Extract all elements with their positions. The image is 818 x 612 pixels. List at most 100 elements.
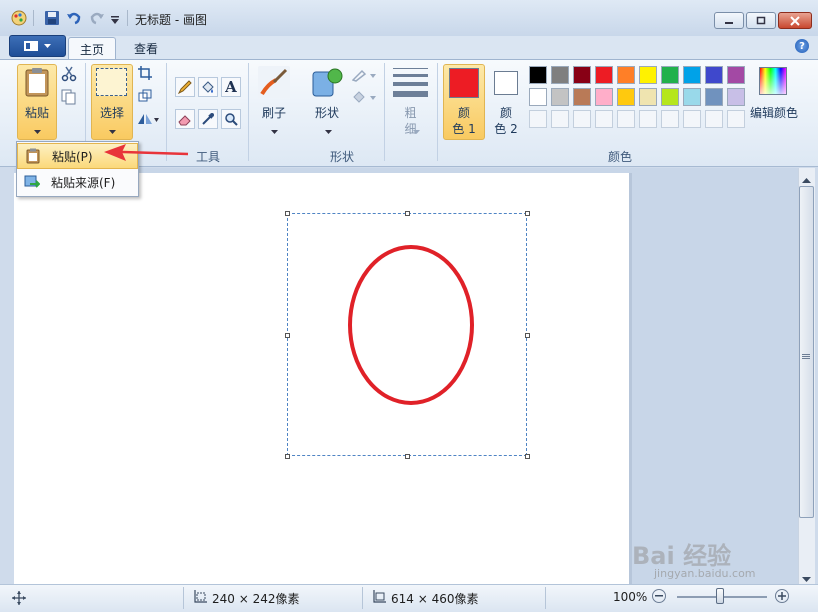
zoom-slider-thumb[interactable]	[716, 588, 724, 604]
zoom-level-text: 100%	[613, 590, 648, 604]
palette-color-swatch[interactable]	[727, 88, 745, 106]
palette-empty-swatch[interactable]	[617, 110, 635, 128]
group-separator	[437, 63, 438, 161]
selection-handle[interactable]	[285, 333, 290, 338]
palette-empty-swatch[interactable]	[595, 110, 613, 128]
plus-icon	[778, 592, 786, 600]
tab-home[interactable]: 主页	[68, 37, 116, 60]
help-icon[interactable]: ?	[795, 39, 809, 53]
palette-empty-swatch[interactable]	[639, 110, 657, 128]
redo-icon[interactable]	[89, 10, 105, 26]
color1-swatch	[449, 68, 479, 98]
brush-icon[interactable]	[258, 66, 290, 101]
grip-icon	[802, 349, 810, 363]
selection-handle[interactable]	[285, 211, 290, 216]
selection-handle[interactable]	[405, 211, 410, 216]
magnifier-icon[interactable]	[221, 109, 241, 129]
paste-from-icon	[17, 175, 47, 189]
edit-colors-icon[interactable]	[759, 67, 787, 95]
undo-icon[interactable]	[66, 10, 82, 26]
resize-icon[interactable]	[138, 89, 152, 106]
palette-color-swatch[interactable]	[639, 88, 657, 106]
palette-color-swatch[interactable]	[705, 66, 723, 84]
selection-handle[interactable]	[525, 454, 530, 459]
shapes-icon[interactable]	[311, 66, 343, 101]
menu-item-paste-from-label: 粘贴来源(F)	[51, 175, 116, 190]
tab-view[interactable]: 查看	[124, 37, 168, 60]
fill-icon[interactable]	[352, 90, 376, 107]
selection-size-icon	[193, 590, 207, 607]
color1-label-line2: 色 1	[452, 122, 476, 136]
size-label-line2: 细	[404, 122, 417, 136]
size-label-line1: 粗	[404, 106, 417, 120]
palette-color-swatch[interactable]	[595, 66, 613, 84]
palette-color-swatch[interactable]	[661, 66, 679, 84]
palette-color-swatch[interactable]	[529, 88, 547, 106]
palette-color-swatch[interactable]	[683, 88, 701, 106]
edit-colors-label[interactable]: 编辑颜色	[748, 104, 800, 121]
palette-color-swatch[interactable]	[727, 66, 745, 84]
outline-icon[interactable]	[351, 68, 376, 85]
fill-bucket-icon[interactable]	[198, 77, 218, 97]
palette-empty-swatch[interactable]	[705, 110, 723, 128]
copy-icon[interactable]	[61, 89, 77, 108]
selection-handle[interactable]	[525, 211, 530, 216]
palette-color-swatch[interactable]	[573, 66, 591, 84]
cursor-position-icon	[12, 591, 26, 608]
palette-color-swatch[interactable]	[639, 66, 657, 84]
palette-color-swatch[interactable]	[705, 88, 723, 106]
group-separator	[384, 63, 385, 161]
palette-empty-swatch[interactable]	[661, 110, 679, 128]
customize-quick-access-icon[interactable]	[111, 14, 120, 28]
palette-empty-swatch[interactable]	[727, 110, 745, 128]
paint-app-icon[interactable]	[11, 10, 27, 26]
palette-color-swatch[interactable]	[683, 66, 701, 84]
zoom-in-button[interactable]	[775, 589, 789, 603]
status-separator	[362, 587, 363, 609]
line-size-icon[interactable]	[393, 68, 428, 97]
selection-handle[interactable]	[525, 333, 530, 338]
chevron-down-icon	[44, 43, 51, 48]
palette-empty-swatch[interactable]	[551, 110, 569, 128]
palette-color-swatch[interactable]	[551, 88, 569, 106]
window-title: 无标题 - 画图	[135, 13, 207, 27]
menu-item-paste-label: 粘贴(P)	[52, 149, 93, 164]
annotation-arrow	[104, 144, 189, 161]
save-icon[interactable]	[44, 10, 60, 26]
palette-color-swatch[interactable]	[529, 66, 547, 84]
status-separator	[183, 587, 184, 609]
restore-icon	[756, 16, 766, 25]
close-button[interactable]	[778, 12, 812, 29]
canvas-shadow	[629, 173, 632, 584]
palette-empty-swatch[interactable]	[573, 110, 591, 128]
shapes-group-label: 形状	[329, 150, 354, 164]
palette-color-swatch[interactable]	[617, 66, 635, 84]
menu-item-paste-from[interactable]: 粘贴来源(F)	[17, 169, 138, 195]
selection-handle[interactable]	[285, 454, 290, 459]
cut-icon[interactable]	[61, 66, 77, 85]
rotate-icon[interactable]	[137, 112, 159, 129]
color-picker-icon[interactable]	[198, 109, 218, 129]
eraser-icon[interactable]	[175, 109, 195, 129]
selection-handle[interactable]	[405, 454, 410, 459]
crop-icon[interactable]	[138, 66, 152, 83]
palette-color-swatch[interactable]	[551, 66, 569, 84]
palette-color-swatch[interactable]	[595, 88, 613, 106]
minimize-button[interactable]	[714, 12, 744, 29]
palette-color-swatch[interactable]	[617, 88, 635, 106]
palette-empty-swatch[interactable]	[529, 110, 547, 128]
scroll-up-icon[interactable]	[802, 173, 811, 187]
palette-empty-swatch[interactable]	[683, 110, 701, 128]
palette-color-swatch[interactable]	[573, 88, 591, 106]
minus-icon	[655, 595, 663, 597]
maximize-button[interactable]	[746, 12, 776, 29]
pencil-icon[interactable]	[175, 77, 195, 97]
selection-rectangle[interactable]	[287, 213, 527, 456]
palette-color-swatch[interactable]	[661, 88, 679, 106]
application-menu-button[interactable]	[9, 35, 66, 57]
select-label: 选择	[99, 106, 124, 120]
title-bar	[0, 0, 818, 36]
chevron-down-icon	[34, 124, 41, 138]
zoom-out-button[interactable]	[652, 589, 666, 603]
text-tool-icon[interactable]: A	[221, 77, 241, 97]
